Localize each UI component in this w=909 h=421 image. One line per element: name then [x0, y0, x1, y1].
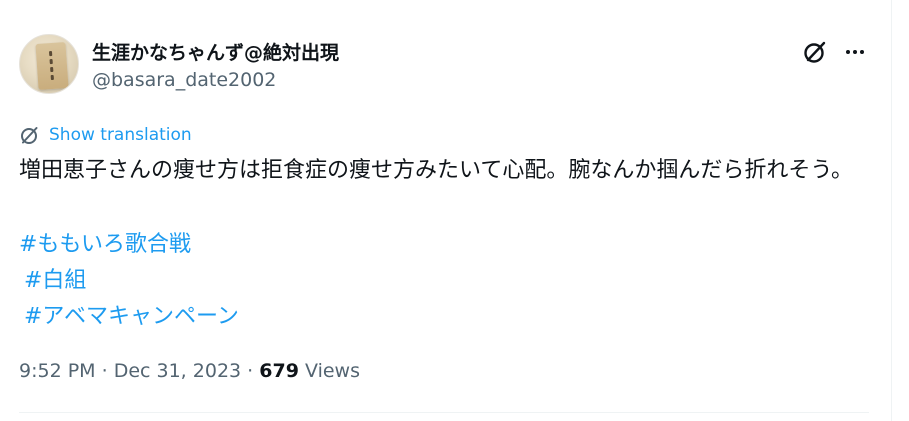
tweet-detail: 生涯かなちゃんず@絶対出現 @basara_date2002 Show tran…	[0, 0, 909, 421]
column-border	[891, 0, 892, 421]
more-dots-icon	[846, 50, 864, 54]
show-translation-label: Show translation	[49, 125, 192, 145]
divider	[19, 412, 869, 413]
more-button[interactable]	[840, 37, 870, 67]
meta-separator: ·	[101, 360, 108, 382]
grok-icon	[804, 41, 826, 63]
hashtag-link[interactable]: #アベマキャンペーン	[24, 298, 239, 330]
post-date[interactable]: Dec 31, 2023	[114, 360, 241, 382]
views-label: Views	[304, 360, 360, 382]
post-time[interactable]: 9:52 PM	[19, 360, 96, 382]
avatar-plaque	[35, 42, 69, 90]
tweet-meta: 9:52 PM · Dec 31, 2023 · 679 Views	[19, 360, 360, 382]
hashtag-link[interactable]: #白組	[24, 262, 86, 294]
translate-icon	[21, 127, 38, 144]
views-count: 679	[259, 360, 299, 382]
show-translation-link[interactable]: Show translation	[19, 123, 192, 147]
author-handle[interactable]: @basara_date2002	[92, 69, 276, 91]
hashtag-link[interactable]: #ももいろ歌合戦	[19, 226, 191, 258]
meta-separator: ·	[247, 360, 254, 382]
author-display-name[interactable]: 生涯かなちゃんず@絶対出現	[92, 38, 339, 65]
avatar[interactable]	[19, 34, 79, 94]
grok-button[interactable]	[800, 37, 830, 67]
tweet-text: 増田恵子さんの痩せ方は拒食症の痩せ方みたいて心配。腕なんか掴んだら折れそう。	[19, 158, 854, 183]
